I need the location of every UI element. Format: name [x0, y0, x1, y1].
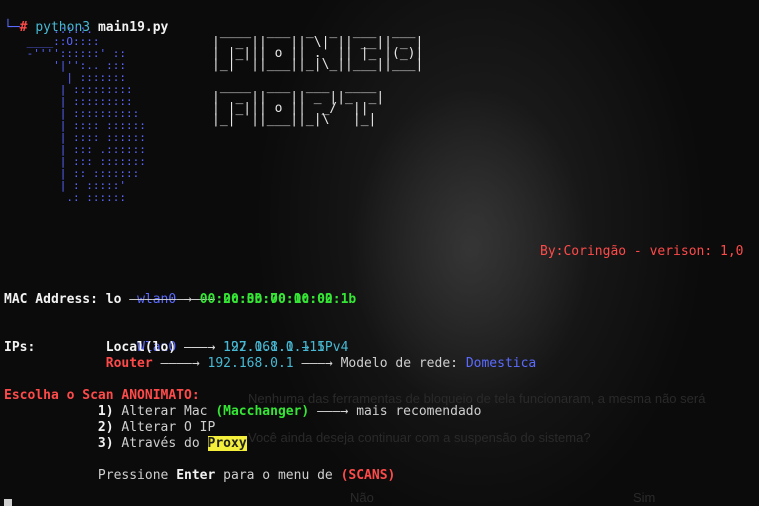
mac-iface-lo: lo — [105, 292, 122, 307]
ip-version: IPv4 — [317, 340, 349, 355]
ip-row-wlan0: IPs: Wlan0 ———→ 192.168.0.115 — [4, 324, 325, 355]
ip-arrow-router: ————→ — [160, 356, 200, 371]
option-1-label: Alterar Mac — [121, 404, 208, 419]
enter-prompt-target: (SCANS) — [340, 468, 396, 483]
ip-iface-local: Local(lo) — [105, 340, 177, 355]
background-dialog-no-button: Não — [350, 490, 374, 505]
option-3-number: 3) — [97, 436, 114, 451]
enter-prompt-press: Pressione — [97, 468, 169, 483]
option-3-tool: Proxy — [207, 436, 247, 451]
menu-option-2[interactable]: 2) Alterar O IP — [4, 420, 215, 436]
menu-title: Escolha o Scan ANONIMATO: — [4, 388, 200, 403]
shell-prompt: └─# python3 main19.py — [4, 4, 168, 35]
ip-address-router: 192.168.0.1 — [207, 356, 294, 371]
ip-row-router: Router ————→ 192.168.0.1 ———→ Modelo de … — [4, 356, 537, 372]
option-1-number: 1) — [97, 404, 114, 419]
network-model: Domestica — [465, 356, 537, 371]
ip-arrow-local: ———→ — [184, 340, 216, 355]
mac-address-lo: 00:00:00:00:00:00 — [199, 292, 333, 307]
option-1-note: mais recomendado — [356, 404, 482, 419]
prompt-corner: └─ — [4, 20, 20, 35]
option-2-label: Alterar O IP — [121, 420, 216, 435]
ascii-logo: ____ ___ _ _ ___ ___ | _ || || \| || __|… — [212, 24, 424, 127]
enter-prompt-rest: para o menu de — [223, 468, 333, 483]
mac-row-lo: lo ———————→ 00:00:00:00:00:00 — [4, 292, 333, 308]
background-dialog-question: Você ainda deseja continuar com a suspen… — [248, 430, 591, 445]
model-label: Modelo de rede: — [340, 356, 458, 371]
terminal-cursor — [4, 499, 12, 506]
enter-key: Enter — [176, 468, 216, 483]
mac-row-wlan0: MAC Address: wlan0 ———→ 2c:3b:70:1c:02:1… — [4, 276, 356, 307]
enter-prompt: Pressione Enter para o menu de (SCANS) — [4, 468, 395, 484]
ip-arrow-version: → — [301, 340, 310, 355]
ip-address-local: 127.0.1.1 — [223, 340, 294, 355]
background-dialog-yes-button: Sim — [633, 490, 656, 505]
ip-row-local: Local(lo) ———→ 127.0.1.1 → IPv4 — [4, 340, 349, 356]
menu-option-3[interactable]: 3) Através do Proxy — [4, 436, 247, 452]
mac-arrow-lo: ———————→ — [129, 292, 192, 307]
menu-option-1[interactable]: 1) Alterar Mac (Macchanger) ———→ mais re… — [4, 404, 482, 420]
ip-iface-router: Router — [105, 356, 153, 371]
version-byline: By:Coringão - verison: 1,0 — [540, 244, 744, 259]
option-1-arrow: ———→ — [317, 404, 349, 419]
option-2-number: 2) — [97, 420, 114, 435]
option-1-tool: (Macchanger) — [215, 404, 310, 419]
option-3-label: Através do — [121, 436, 200, 451]
model-arrow: ———→ — [301, 356, 333, 371]
ascii-figure-art: .::::. ____::O:::: -''''::::::' :: '|'':… — [26, 23, 146, 204]
